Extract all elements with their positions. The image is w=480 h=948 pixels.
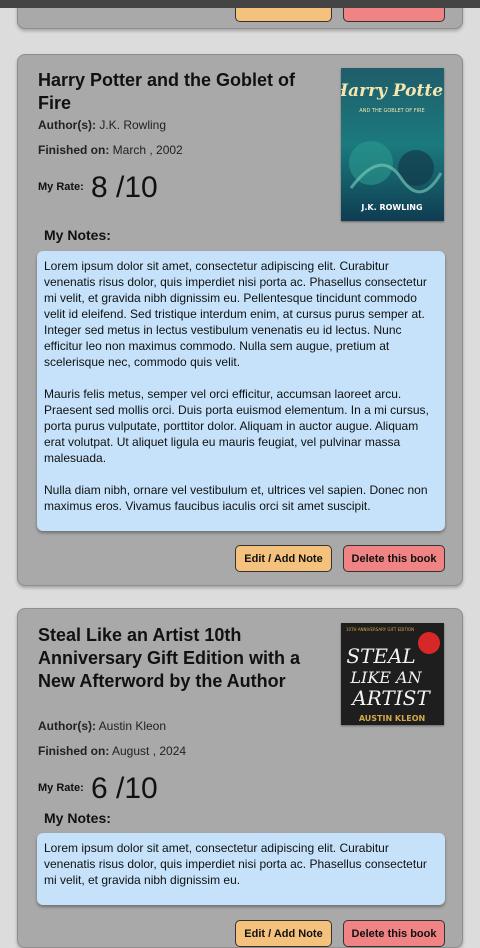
notes-box: Lorem ipsum dolor sit amet, consectetur …: [37, 833, 445, 905]
cover-author: AUSTIN KLEON: [359, 714, 425, 723]
notes-label: My Notes:: [44, 227, 111, 243]
cover-edition: 10TH ANNIVERSARY GIFT EDITION: [346, 627, 414, 632]
book-card: Steal Like an Artist 10th Anniversary Gi…: [17, 608, 463, 948]
rate-value: 6 /10: [91, 772, 158, 805]
finished-label: Finished on:: [38, 143, 110, 157]
note-paragraph: Lorem ipsum dolor sit amet, consectetur …: [44, 841, 427, 887]
note-paragraph: Nulla diam nibh, ornare vel vestibulum e…: [44, 483, 428, 513]
cover-line3: ARTIST: [350, 686, 431, 710]
finished-row: Finished on: August , 2024: [38, 744, 186, 758]
rate-label: My Rate:: [38, 782, 84, 794]
author-label: Author(s):: [38, 719, 96, 733]
finished-label: Finished on:: [38, 744, 110, 758]
book-title: Steal Like an Artist 10th Anniversary Gi…: [38, 625, 301, 691]
finished-row: Finished on: March , 2002: [38, 143, 183, 157]
cover-line2: LIKE AN: [349, 668, 422, 687]
author-value: J.K. Rowling: [99, 118, 167, 132]
author-value: Austin Kleon: [98, 719, 167, 733]
author-row: Author(s): Austin Kleon: [38, 719, 166, 733]
rate-value: 8 /10: [91, 171, 158, 204]
author-label: Author(s):: [38, 118, 96, 132]
finished-value: March , 2002: [112, 143, 183, 157]
cover-author: J.K. ROWLING: [360, 203, 422, 212]
cover-line1: STEAL: [346, 644, 415, 668]
edit-note-button[interactable]: Edit / Add Note: [235, 920, 332, 947]
author-row: Author(s): J.K. Rowling: [38, 118, 166, 132]
delete-book-button[interactable]: Delete this book: [343, 920, 445, 947]
note-paragraph: Lorem ipsum dolor sit amet, consectetur …: [44, 259, 427, 369]
finished-value: August , 2024: [112, 744, 187, 758]
cover-title: Harry Potter: [341, 81, 444, 101]
notes-label: My Notes:: [44, 810, 111, 826]
rate-label: My Rate:: [38, 181, 84, 193]
delete-book-button[interactable]: Delete this book: [343, 545, 445, 572]
book-cover: Harry Potter AND THE GOBLET OF FIRE J.K.…: [341, 68, 444, 221]
book-card: Harry Potter and the Goblet of Fire Harr…: [17, 54, 463, 586]
edit-note-button[interactable]: Edit / Add Note: [235, 545, 332, 572]
top-bar: [0, 0, 480, 8]
book-cover: 10TH ANNIVERSARY GIFT EDITION STEAL LIKE…: [341, 623, 444, 725]
notes-box: Lorem ipsum dolor sit amet, consectetur …: [37, 251, 445, 531]
cover-subtitle: AND THE GOBLET OF FIRE: [359, 108, 424, 114]
note-paragraph: Mauris felis metus, semper vel orci effi…: [44, 387, 429, 465]
book-title: Harry Potter and the Goblet of Fire: [38, 70, 296, 113]
